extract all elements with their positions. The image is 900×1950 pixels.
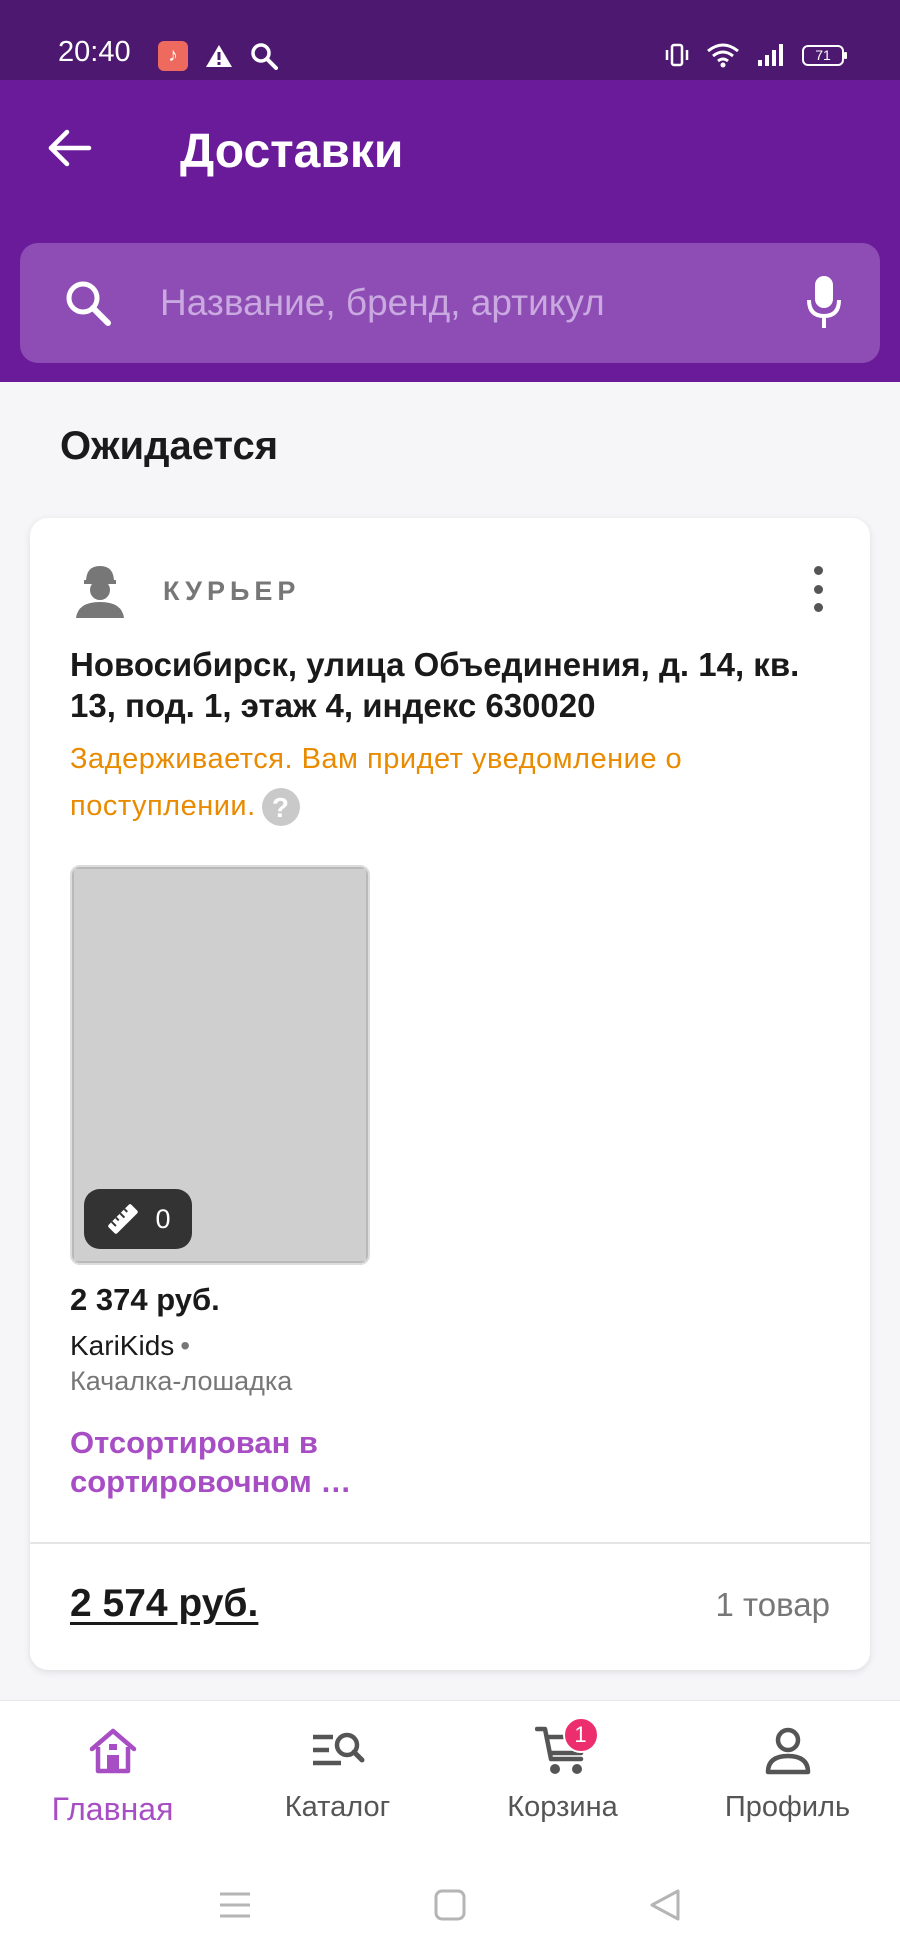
size-badge[interactable]: 0: [84, 1189, 192, 1249]
search-icon: [251, 43, 278, 70]
nav-home-label: Главная: [51, 1791, 174, 1827]
size-count: 0: [155, 1203, 171, 1234]
status-icons-left: ♪: [158, 41, 278, 71]
card-divider: [30, 1542, 870, 1544]
more-dot-icon: [813, 566, 823, 575]
nav-profile-label: Профиль: [724, 1791, 851, 1823]
mic-icon[interactable]: [806, 274, 842, 330]
more-dot-icon: [813, 584, 823, 594]
more-options-button[interactable]: [806, 566, 830, 612]
product-brand: KariKids •: [70, 1330, 190, 1362]
home-square-icon: [434, 1889, 466, 1921]
delivery-status-text: Задерживается. Вам придет уведомление о …: [70, 743, 683, 822]
search-bar[interactable]: [20, 243, 880, 363]
status-time: 20:40: [58, 36, 131, 68]
signal-icon: [758, 44, 783, 66]
search-icon: [66, 281, 111, 326]
warning-icon: [206, 45, 232, 67]
arrow-back-icon: [48, 129, 92, 167]
more-dot-icon: [813, 603, 823, 612]
home-icon: [89, 1728, 136, 1774]
nav-profile[interactable]: Профиль: [675, 1719, 900, 1839]
cart-count-badge: 1: [562, 1717, 599, 1753]
system-home-button[interactable]: [425, 1880, 475, 1930]
product-name: Качалка-лошадка: [70, 1366, 293, 1396]
system-navigation-bar: [0, 1860, 900, 1950]
search-input[interactable]: [160, 273, 780, 333]
order-total[interactable]: 2 574 руб.: [70, 1582, 258, 1626]
music-app-icon: ♪: [158, 41, 188, 71]
nav-home[interactable]: Главная: [0, 1719, 225, 1839]
delivery-method-label: КУРЬЕР: [163, 576, 301, 606]
delivery-card[interactable]: КУРЬЕР Новосибирск, улица Объединения, д…: [30, 518, 870, 1670]
wifi-icon: [707, 43, 739, 68]
courier-icon: [76, 566, 124, 618]
back-button[interactable]: [44, 122, 96, 174]
back-triangle-icon: [650, 1889, 680, 1921]
product-tracking-status[interactable]: Отсортирован в сортировочном …: [70, 1423, 390, 1501]
menu-icon: [220, 1892, 250, 1918]
product-brand-name: KariKids: [70, 1330, 175, 1361]
profile-icon: [765, 1727, 810, 1775]
catalog-icon: [312, 1732, 364, 1766]
system-back-button[interactable]: [640, 1880, 690, 1930]
items-count: 1 товар: [715, 1586, 831, 1623]
system-menu-button[interactable]: [210, 1880, 260, 1930]
delivery-status-note: Задерживается. Вам придет уведомление о …: [70, 736, 830, 830]
battery-icon: 71: [802, 44, 847, 66]
status-icons-right: 71: [664, 42, 847, 68]
status-bar: 20:40 ♪ 71: [0, 0, 900, 80]
product-image[interactable]: 0: [70, 865, 370, 1265]
page-title: Доставки: [180, 125, 404, 178]
nav-cart[interactable]: 1 Корзина: [450, 1717, 675, 1839]
vibrate-icon: [665, 43, 689, 67]
bottom-navigation: Главная Каталог 1 Корзина Профиль: [0, 1700, 900, 1860]
brand-separator: •: [180, 1330, 191, 1361]
section-title: Ожидается: [60, 424, 279, 468]
ruler-icon: [108, 1204, 139, 1234]
nav-cart-label: Корзина: [507, 1791, 618, 1823]
product-price: 2 374 руб.: [70, 1282, 220, 1317]
delivery-address: Новосибирск, улица Объединения, д. 14, к…: [70, 646, 800, 724]
help-icon[interactable]: ?: [261, 788, 300, 827]
nav-catalog-label: Каталог: [284, 1791, 391, 1823]
app-header: Доставки: [0, 80, 900, 382]
nav-catalog[interactable]: Каталог: [225, 1719, 450, 1839]
